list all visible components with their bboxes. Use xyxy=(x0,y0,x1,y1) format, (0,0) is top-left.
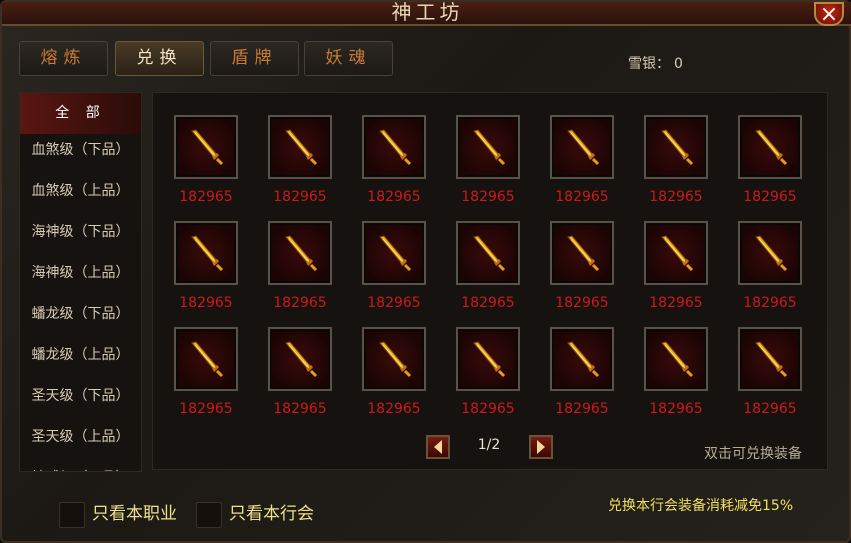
golden-sword-icon xyxy=(473,235,506,272)
item-slot[interactable] xyxy=(362,221,426,285)
item-price: 182965 xyxy=(461,295,515,311)
golden-sword-icon xyxy=(379,235,412,272)
category-all[interactable]: 全 部 xyxy=(20,93,141,134)
silver-currency: 雪银： 0 xyxy=(628,53,683,73)
item-slot[interactable] xyxy=(738,115,802,179)
item-price: 182965 xyxy=(743,401,797,417)
category-item[interactable]: 血煞级（上品） xyxy=(20,171,141,212)
silver-value: 0 xyxy=(674,56,683,72)
golden-sword-icon xyxy=(567,341,600,378)
arrow-left-icon xyxy=(434,440,442,454)
item-slot[interactable] xyxy=(644,115,708,179)
item-slot[interactable] xyxy=(174,115,238,179)
exchange-hint: 双击可兑换装备 xyxy=(704,446,802,462)
golden-sword-icon xyxy=(285,129,318,166)
item-price: 182965 xyxy=(743,295,797,311)
category-item[interactable]: 海神级（上品） xyxy=(20,253,141,294)
category-item[interactable]: 圣天级（下品） xyxy=(20,376,141,417)
golden-sword-icon xyxy=(473,129,506,166)
item-slot[interactable] xyxy=(738,221,802,285)
item-slot[interactable] xyxy=(550,221,614,285)
filter-guild-label[interactable]: 只看本行会 xyxy=(229,502,314,526)
next-page-button[interactable] xyxy=(529,435,553,459)
window-title: 神工坊 xyxy=(391,0,464,24)
golden-sword-icon xyxy=(285,341,318,378)
item-price: 182965 xyxy=(273,401,327,417)
item-price: 182965 xyxy=(367,401,421,417)
golden-sword-icon xyxy=(191,341,224,378)
tab-smelt[interactable]: 熔炼 xyxy=(19,41,108,76)
item-price: 182965 xyxy=(179,401,233,417)
golden-sword-icon xyxy=(191,129,224,166)
silver-label: 雪银： xyxy=(628,56,670,72)
item-slot[interactable] xyxy=(456,115,520,179)
window-frame: 神工坊 × 熔炼 兑换 盾牌 妖魂 雪银： 0 全 部 血煞级（下品） 血煞级（上… xyxy=(0,0,851,543)
golden-sword-icon xyxy=(755,235,788,272)
prev-page-button[interactable] xyxy=(426,435,450,459)
item-price: 182965 xyxy=(367,295,421,311)
item-price: 182965 xyxy=(555,295,609,311)
item-price: 182965 xyxy=(461,189,515,205)
item-price: 182965 xyxy=(555,189,609,205)
category-item[interactable]: 圣天级（上品） xyxy=(20,417,141,458)
item-price: 182965 xyxy=(743,189,797,205)
category-item[interactable]: 血煞级（下品） xyxy=(20,130,141,171)
category-item[interactable]: 海神级（下品） xyxy=(20,212,141,253)
item-slot[interactable] xyxy=(644,221,708,285)
golden-sword-icon xyxy=(661,235,694,272)
item-price: 182965 xyxy=(273,295,327,311)
golden-sword-icon xyxy=(567,235,600,272)
tab-demon-soul[interactable]: 妖魂 xyxy=(304,41,393,76)
item-slot[interactable] xyxy=(456,221,520,285)
filter-class-label[interactable]: 只看本职业 xyxy=(92,502,177,526)
item-price: 182965 xyxy=(179,189,233,205)
golden-sword-icon xyxy=(379,129,412,166)
golden-sword-icon xyxy=(755,341,788,378)
item-slot[interactable] xyxy=(268,115,332,179)
filter-guild-checkbox[interactable] xyxy=(196,502,222,528)
golden-sword-icon xyxy=(285,235,318,272)
golden-sword-icon xyxy=(567,129,600,166)
item-slot[interactable] xyxy=(268,221,332,285)
item-price: 182965 xyxy=(179,295,233,311)
tab-exchange[interactable]: 兑换 xyxy=(115,41,204,76)
title-bar: 神工坊 xyxy=(2,0,851,26)
item-slot[interactable] xyxy=(362,327,426,391)
close-button[interactable]: × xyxy=(814,2,844,26)
golden-sword-icon xyxy=(379,341,412,378)
item-slot[interactable] xyxy=(362,115,426,179)
page-indicator: 1/2 xyxy=(477,437,501,453)
item-slot[interactable] xyxy=(550,327,614,391)
golden-sword-icon xyxy=(755,129,788,166)
category-item[interactable]: 蟠龙级（下品） xyxy=(20,294,141,335)
category-item[interactable]: 神威级（下品） xyxy=(20,458,141,471)
category-list[interactable]: 全 部 血煞级（下品） 血煞级（上品） 海神级（下品） 海神级（上品） 蟠龙级（… xyxy=(19,92,142,472)
item-price: 182965 xyxy=(273,189,327,205)
item-slot[interactable] xyxy=(550,115,614,179)
guild-discount-text: 兑换本行会装备消耗减免15% xyxy=(608,498,794,514)
item-price: 182965 xyxy=(367,189,421,205)
item-slot[interactable] xyxy=(644,327,708,391)
item-price: 182965 xyxy=(649,295,703,311)
golden-sword-icon xyxy=(191,235,224,272)
item-slot[interactable] xyxy=(738,327,802,391)
arrow-right-icon xyxy=(537,440,545,454)
item-price: 182965 xyxy=(649,189,703,205)
item-price: 182965 xyxy=(649,401,703,417)
item-slot[interactable] xyxy=(268,327,332,391)
golden-sword-icon xyxy=(473,341,506,378)
golden-sword-icon xyxy=(661,129,694,166)
tab-shield[interactable]: 盾牌 xyxy=(210,41,299,76)
category-item[interactable]: 蟠龙级（上品） xyxy=(20,335,141,376)
item-price: 182965 xyxy=(555,401,609,417)
item-slot[interactable] xyxy=(174,221,238,285)
item-price: 182965 xyxy=(461,401,515,417)
item-slot[interactable] xyxy=(174,327,238,391)
golden-sword-icon xyxy=(661,341,694,378)
filter-class-checkbox[interactable] xyxy=(59,502,85,528)
item-slot[interactable] xyxy=(456,327,520,391)
